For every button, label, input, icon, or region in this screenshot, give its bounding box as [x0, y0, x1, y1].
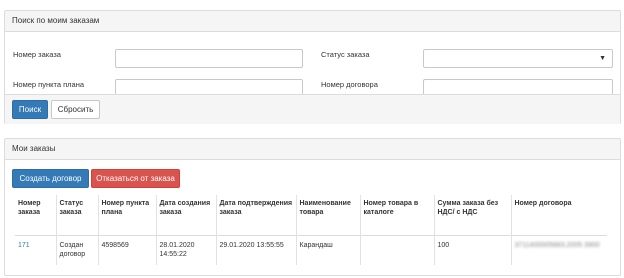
search-panel-title: Поиск по моим заказам	[5, 11, 620, 32]
plan-item-label: Номер пункта плана	[13, 80, 85, 89]
orders-body: Создать договор Отказаться от заказа Ном…	[5, 160, 620, 276]
cell-catalog-number	[359, 234, 434, 265]
chevron-down-icon: ▼	[599, 55, 606, 62]
order-status-select[interactable]: ▼	[423, 49, 613, 68]
search-button[interactable]: Поиск	[12, 100, 48, 119]
column-header-order-number[interactable]: Номер заказа	[15, 195, 56, 235]
table-header-row: Номер заказа Статус заказа Номер пункта …	[15, 195, 607, 235]
table-row[interactable]: 171 Создан договор 4598569 28.01.2020 14…	[15, 234, 607, 265]
cell-product-name: Карандаш	[295, 234, 360, 265]
column-header-catalog-number[interactable]: Номер товара в каталоге	[359, 195, 434, 235]
order-number-input[interactable]	[115, 49, 303, 68]
column-header-status[interactable]: Статус заказа	[55, 195, 98, 235]
contract-number-label: Номер договора	[321, 80, 378, 89]
search-actions-bar: Поиск Сбросить	[5, 94, 620, 124]
orders-table: Номер заказа Статус заказа Номер пункта …	[15, 195, 607, 265]
cell-status: Создан договор	[55, 234, 98, 265]
order-number-label: Номер заказа	[13, 50, 61, 59]
cell-confirmed: 29.01.2020 13:55:55	[215, 234, 296, 265]
column-header-plan-item[interactable]: Номер пункта плана	[97, 195, 156, 235]
column-header-created[interactable]: Дата создания заказа	[155, 195, 216, 235]
create-contract-button[interactable]: Создать договор	[12, 169, 89, 188]
cell-created: 28.01.2020 14:55:22	[155, 234, 216, 265]
column-header-confirmed[interactable]: Дата подтверждения заказа	[215, 195, 296, 235]
search-panel: Поиск по моим заказам Номер заказа Стату…	[4, 10, 621, 124]
column-header-contract-number[interactable]: Номер договора	[510, 195, 607, 235]
reset-button[interactable]: Сбросить	[51, 100, 100, 119]
reject-order-button[interactable]: Отказаться от заказа	[91, 169, 180, 188]
orders-panel: Мои заказы Создать договор Отказаться от…	[4, 138, 621, 276]
order-status-label: Статус заказа	[321, 50, 370, 59]
orders-panel-title: Мои заказы	[5, 139, 620, 160]
cell-contract-number: 3711400005683.2005 3900	[510, 234, 607, 265]
cell-sum: 100	[433, 234, 511, 265]
contract-number-value: 3711400005683.2005 3900	[514, 241, 600, 249]
column-header-sum[interactable]: Сумма заказа без НДС/ с НДС	[433, 195, 511, 235]
order-link[interactable]: 171	[18, 242, 30, 249]
column-header-product-name[interactable]: Наименование товара	[295, 195, 360, 235]
search-form: Номер заказа Статус заказа ▼ Номер пункт…	[5, 32, 620, 124]
cell-plan-item: 4598569	[97, 234, 156, 265]
cell-order-number[interactable]: 171	[15, 234, 56, 265]
